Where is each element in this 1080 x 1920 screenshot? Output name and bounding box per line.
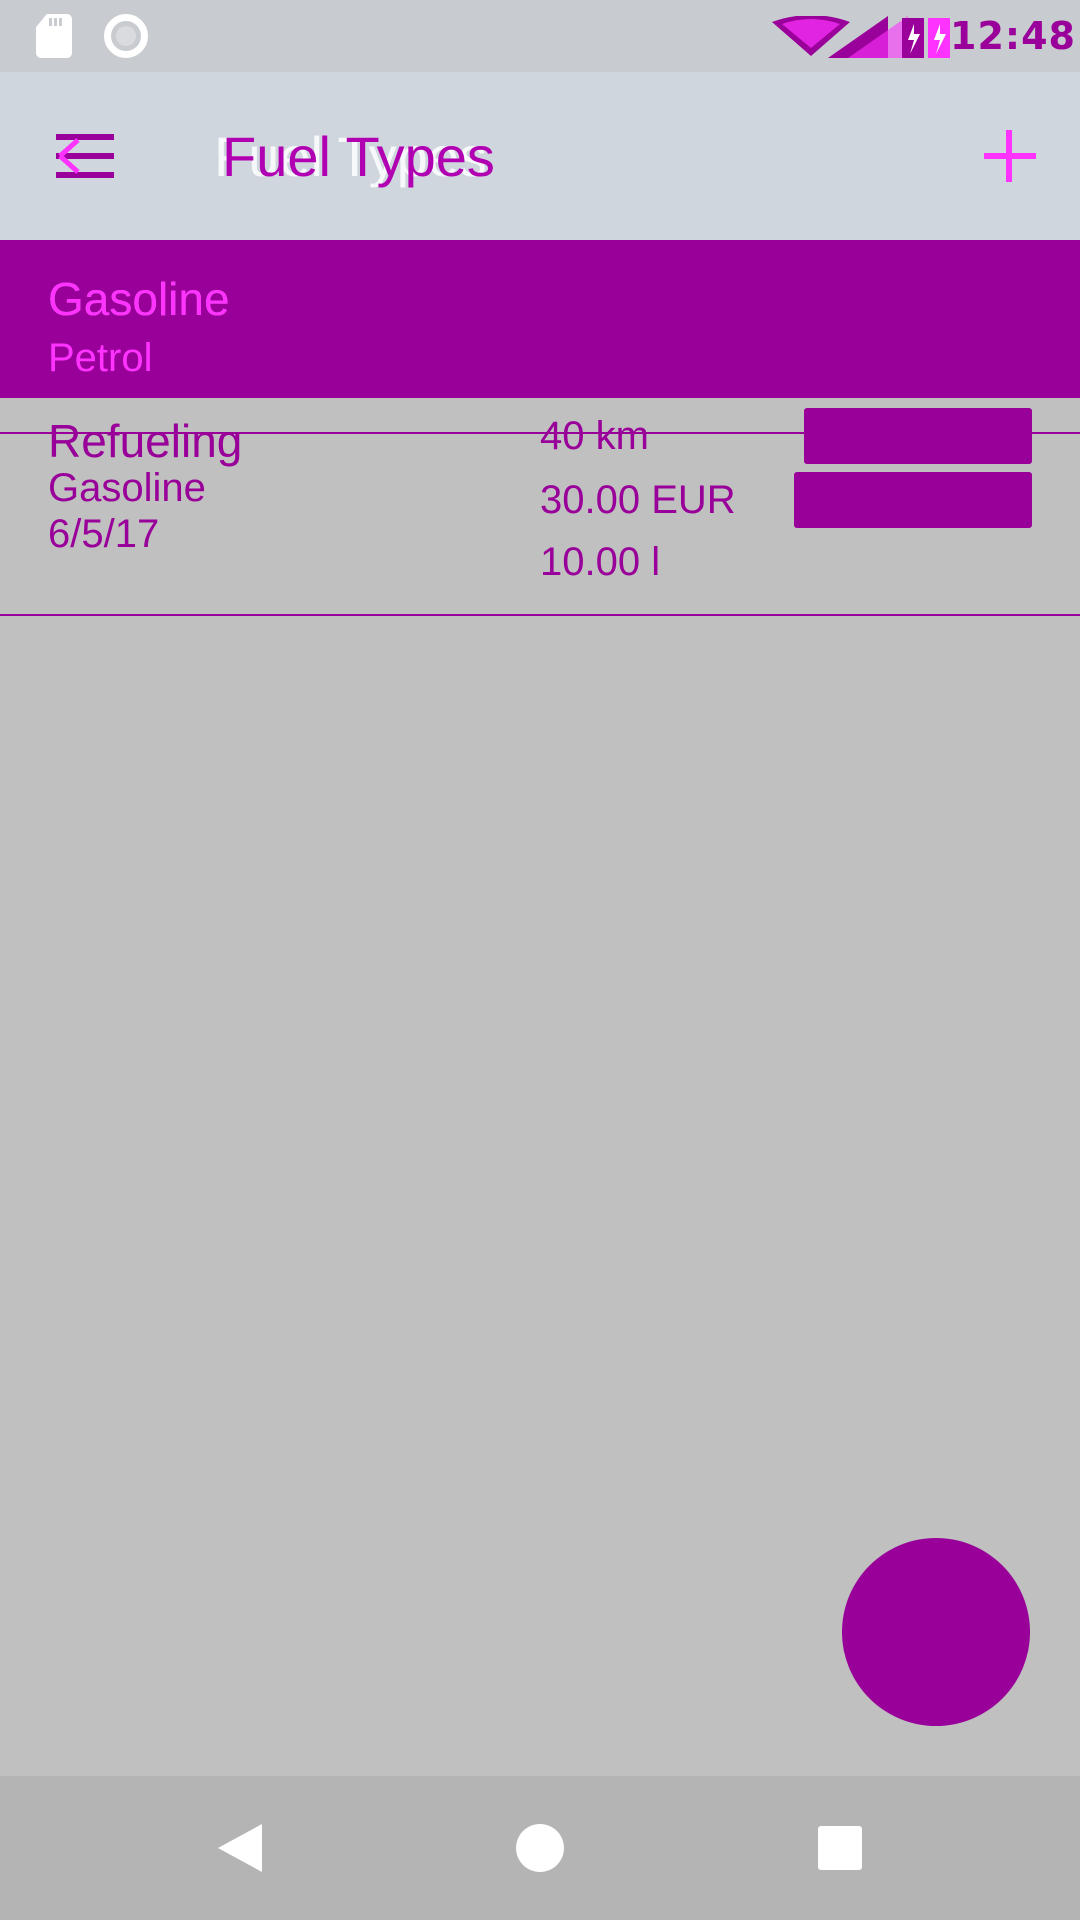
- fab-button[interactable]: [842, 1538, 1030, 1726]
- signal-icon: [828, 16, 908, 58]
- entry-distance: 40 km: [540, 414, 649, 458]
- page-title: Fuel Types: [222, 125, 495, 188]
- entry-fuel: Gasoline: [48, 466, 206, 510]
- add-button[interactable]: [980, 126, 1040, 186]
- entry-action-bar[interactable]: [794, 472, 1032, 528]
- entry-volume: 10.00 l: [540, 540, 661, 584]
- entry-date: 6/5/17: [48, 512, 160, 556]
- fuel-type-title: Gasoline: [48, 273, 230, 325]
- entry-action-bar[interactable]: [804, 408, 1032, 464]
- menu-back-icon[interactable]: [56, 134, 114, 178]
- entry-cost: 30.00 EUR: [540, 478, 736, 522]
- entry-type[interactable]: Refueling: [48, 414, 242, 468]
- back-icon[interactable]: [218, 1824, 262, 1872]
- fuel-type-subtitle: Petrol: [48, 336, 153, 380]
- status-bar: 12:48: [0, 0, 1080, 72]
- sd-card-icon: [36, 14, 72, 58]
- home-icon[interactable]: [516, 1824, 564, 1872]
- status-clock: 12:48: [950, 14, 1076, 58]
- recents-icon[interactable]: [818, 1826, 862, 1870]
- divider: [0, 614, 1080, 616]
- circle-icon: [104, 14, 148, 58]
- battery-icon: [902, 18, 950, 58]
- screen: 12:48 Fuel Types Fuel Types Gasoline Gas…: [0, 0, 1080, 1920]
- app-bar: [0, 72, 1080, 240]
